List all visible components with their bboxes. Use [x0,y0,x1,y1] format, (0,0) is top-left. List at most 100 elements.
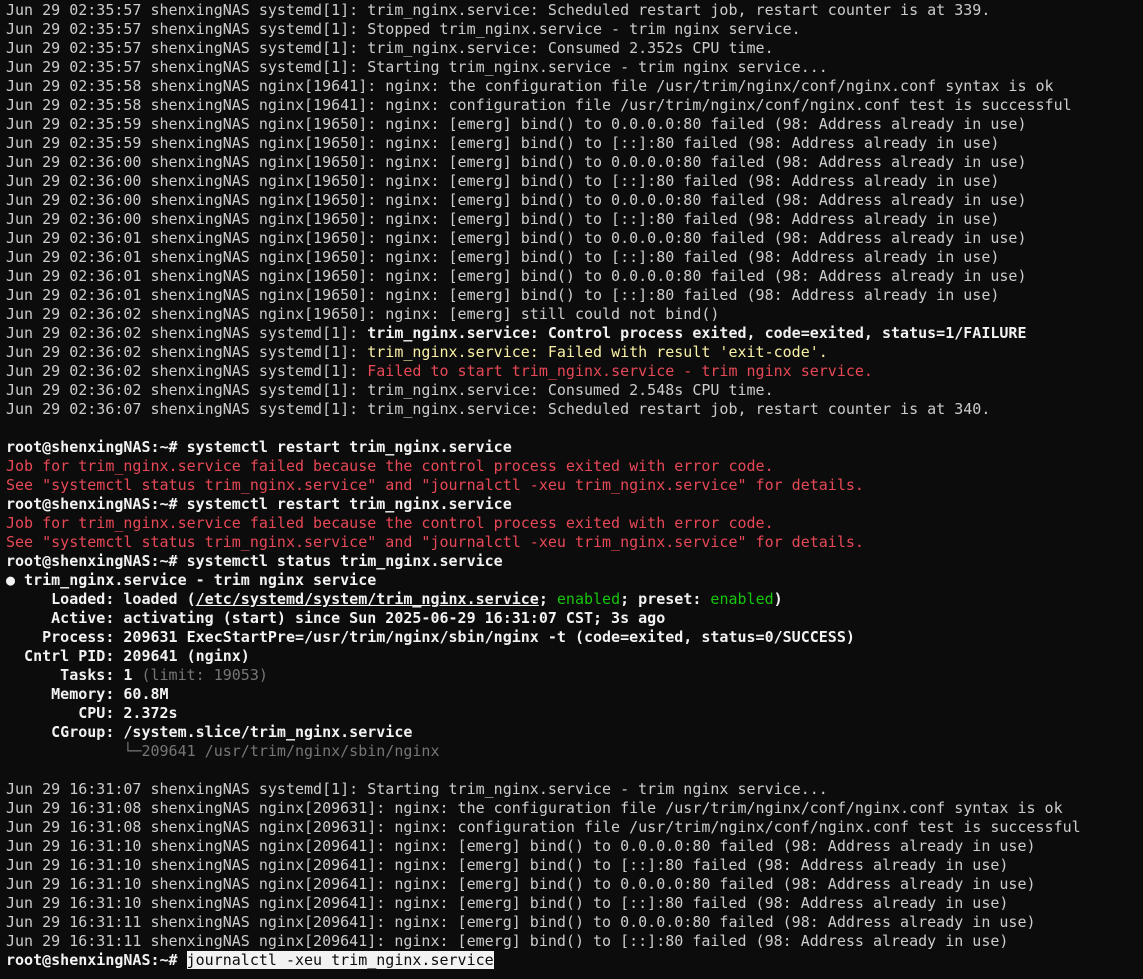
terminal-text: Memory: 60.8M [6,685,169,703]
terminal-line: Jun 29 16:31:10 shenxingNAS nginx[209641… [6,875,1143,894]
terminal-text: CGroup: /system.slice/trim_nginx.service [6,723,413,741]
terminal-text: Jun 29 16:31:07 shenxingNAS systemd[1]: … [6,780,828,798]
terminal-text: (limit: 19053) [141,666,268,684]
terminal-line: Jun 29 02:35:57 shenxingNAS systemd[1]: … [6,1,1143,20]
terminal-line: CGroup: /system.slice/trim_nginx.service [6,723,1143,742]
terminal-text: Jun 29 02:36:02 shenxingNAS systemd[1]: [6,324,368,342]
terminal-line: CPU: 2.372s [6,704,1143,723]
terminal-line: Tasks: 1 (limit: 19053) [6,666,1143,685]
terminal-text: See "systemctl status trim_nginx.service… [6,533,864,551]
terminal-text: Jun 29 16:31:10 shenxingNAS nginx[209641… [6,894,1009,912]
terminal-line: Jun 29 02:36:02 shenxingNAS nginx[19650]… [6,305,1143,324]
terminal-line: Jun 29 02:36:00 shenxingNAS nginx[19650]… [6,172,1143,191]
command-input[interactable]: journalctl -xeu trim_nginx.service [186,951,494,969]
terminal-text: └─209641 /usr/trim/nginx/sbin/nginx [6,742,440,760]
terminal-text: See "systemctl status trim_nginx.service… [6,476,864,494]
terminal-text: ; preset: [620,590,711,608]
shell-prompt: root@shenxingNAS:~# [6,495,187,513]
terminal-text: Jun 29 02:35:57 shenxingNAS systemd[1]: … [6,58,828,76]
terminal-text: Jun 29 02:36:00 shenxingNAS nginx[19650]… [6,191,1027,209]
shell-prompt: root@shenxingNAS:~# [6,552,187,570]
terminal-line: Job for trim_nginx.service failed becaus… [6,457,1143,476]
terminal-text: Cntrl PID: 209641 (nginx) [6,647,250,665]
terminal-line: Jun 29 02:36:01 shenxingNAS nginx[19650]… [6,248,1143,267]
terminal-line: Jun 29 02:36:07 shenxingNAS systemd[1]: … [6,400,1143,419]
terminal-text: Jun 29 16:31:08 shenxingNAS nginx[209631… [6,799,1063,817]
terminal-line: ● trim_nginx.service - trim nginx servic… [6,571,1143,590]
terminal-line: Loaded: loaded (/etc/systemd/system/trim… [6,590,1143,609]
terminal-text: ) [773,590,783,608]
terminal-text: Job for trim_nginx.service failed becaus… [6,457,774,475]
terminal-text: Job for trim_nginx.service failed becaus… [6,514,774,532]
terminal-text: trim_nginx.service: Control process exit… [367,324,1027,342]
terminal-line: Jun 29 16:31:10 shenxingNAS nginx[209641… [6,894,1143,913]
terminal-text: Jun 29 02:36:00 shenxingNAS nginx[19650]… [6,153,1027,171]
terminal-text: Tasks: 1 [6,666,142,684]
terminal-text: systemctl restart trim_nginx.service [186,495,512,513]
terminal-line: Jun 29 02:35:57 shenxingNAS systemd[1]: … [6,39,1143,58]
terminal-line: Jun 29 02:36:00 shenxingNAS nginx[19650]… [6,210,1143,229]
terminal-text: Jun 29 02:36:01 shenxingNAS nginx[19650]… [6,286,1000,304]
terminal-line: Jun 29 02:36:00 shenxingNAS nginx[19650]… [6,153,1143,172]
terminal-text: trim_nginx.service: Failed with result '… [367,343,828,361]
terminal-line: Jun 29 02:35:57 shenxingNAS systemd[1]: … [6,58,1143,77]
terminal-line: Active: activating (start) since Sun 202… [6,609,1143,628]
terminal-line: Jun 29 02:35:59 shenxingNAS nginx[19650]… [6,115,1143,134]
terminal-text: enabled [710,590,774,608]
terminal-text: /etc/systemd/system/trim_nginx.service [195,590,539,608]
terminal-text: Jun 29 16:31:10 shenxingNAS nginx[209641… [6,875,1036,893]
terminal-text: Loaded: loaded ( [6,590,196,608]
terminal-line: Jun 29 02:35:59 shenxingNAS nginx[19650]… [6,134,1143,153]
terminal-line: Jun 29 16:31:10 shenxingNAS nginx[209641… [6,856,1143,875]
terminal-line: Jun 29 02:36:02 shenxingNAS systemd[1]: … [6,362,1143,381]
terminal-text: ● trim_nginx.service - trim nginx servic… [6,571,377,589]
terminal-line: See "systemctl status trim_nginx.service… [6,533,1143,552]
terminal-line: Jun 29 02:36:01 shenxingNAS nginx[19650]… [6,229,1143,248]
terminal-text: Jun 29 02:35:59 shenxingNAS nginx[19650]… [6,115,1027,133]
terminal-text: Jun 29 02:36:01 shenxingNAS nginx[19650]… [6,267,1027,285]
terminal-line: Jun 29 16:31:08 shenxingNAS nginx[209631… [6,818,1143,837]
terminal-line: See "systemctl status trim_nginx.service… [6,476,1143,495]
terminal-text: Jun 29 02:36:02 shenxingNAS systemd[1]: [6,343,368,361]
terminal-line: Job for trim_nginx.service failed becaus… [6,514,1143,533]
terminal-line: Jun 29 16:31:07 shenxingNAS systemd[1]: … [6,780,1143,799]
terminal-line: Cntrl PID: 209641 (nginx) [6,647,1143,666]
terminal-text: Jun 29 16:31:11 shenxingNAS nginx[209641… [6,932,1009,950]
terminal-text: Jun 29 16:31:10 shenxingNAS nginx[209641… [6,856,1009,874]
terminal-line: Jun 29 02:36:02 shenxingNAS systemd[1]: … [6,324,1143,343]
terminal-text: Active: activating (start) since Sun 202… [6,609,666,627]
terminal-text: Jun 29 02:35:57 shenxingNAS systemd[1]: … [6,39,774,57]
terminal-line: Jun 29 02:36:02 shenxingNAS systemd[1]: … [6,343,1143,362]
terminal-text: Jun 29 16:31:08 shenxingNAS nginx[209631… [6,818,1081,836]
terminal-text: systemctl restart trim_nginx.service [186,438,512,456]
terminal-line: Jun 29 16:31:10 shenxingNAS nginx[209641… [6,837,1143,856]
terminal-line: Jun 29 02:36:00 shenxingNAS nginx[19650]… [6,191,1143,210]
terminal-line: root@shenxingNAS:~# systemctl status tri… [6,552,1143,571]
terminal-line: Jun 29 02:35:58 shenxingNAS nginx[19641]… [6,96,1143,115]
terminal-line: Jun 29 16:31:11 shenxingNAS nginx[209641… [6,913,1143,932]
terminal-output[interactable]: Jun 29 02:35:57 shenxingNAS systemd[1]: … [6,1,1143,970]
terminal-line: Process: 209631 ExecStartPre=/usr/trim/n… [6,628,1143,647]
terminal-text: Jun 29 02:35:57 shenxingNAS systemd[1]: … [6,1,991,19]
terminal-text: Jun 29 02:36:00 shenxingNAS nginx[19650]… [6,172,1000,190]
terminal-text: Jun 29 02:36:00 shenxingNAS nginx[19650]… [6,210,1000,228]
terminal-line: Jun 29 02:35:58 shenxingNAS nginx[19641]… [6,77,1143,96]
terminal-line: Jun 29 02:35:57 shenxingNAS systemd[1]: … [6,20,1143,39]
terminal-line: root@shenxingNAS:~# journalctl -xeu trim… [6,951,1143,970]
terminal-text: Jun 29 02:35:58 shenxingNAS nginx[19641]… [6,77,1054,95]
terminal-text: CPU: 2.372s [6,704,178,722]
terminal-line: └─209641 /usr/trim/nginx/sbin/nginx [6,742,1143,761]
terminal-line: Jun 29 02:36:02 shenxingNAS systemd[1]: … [6,381,1143,400]
terminal-text: Jun 29 02:35:58 shenxingNAS nginx[19641]… [6,96,1072,114]
shell-prompt: root@shenxingNAS:~# [6,951,187,969]
terminal-line: root@shenxingNAS:~# systemctl restart tr… [6,438,1143,457]
terminal-text: Jun 29 02:36:01 shenxingNAS nginx[19650]… [6,229,1027,247]
terminal-text: enabled [556,590,621,608]
terminal-text: ; [538,590,557,608]
terminal-line: Jun 29 02:36:01 shenxingNAS nginx[19650]… [6,267,1143,286]
terminal-line: Jun 29 16:31:11 shenxingNAS nginx[209641… [6,932,1143,951]
terminal-line: root@shenxingNAS:~# systemctl restart tr… [6,495,1143,514]
terminal-text: Jun 29 02:36:02 shenxingNAS nginx[19650]… [6,305,720,323]
